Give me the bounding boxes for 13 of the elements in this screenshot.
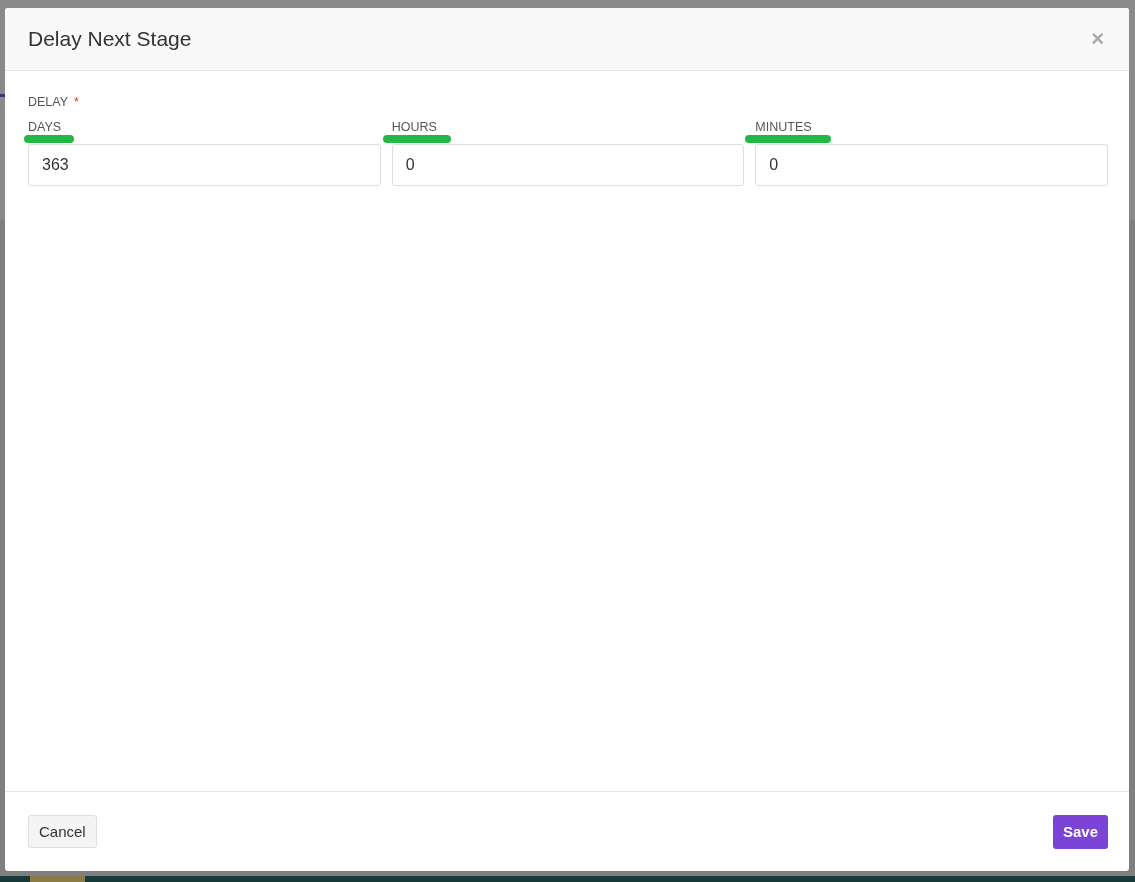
field-label: MINUTES [755, 120, 813, 134]
required-mark: * [74, 95, 79, 109]
field-label: DELAY [28, 95, 69, 109]
input-field[interactable]: 0 [391, 144, 745, 186]
dialog-title: Delay Next Stage [28, 27, 192, 51]
highlight-mark [382, 135, 451, 143]
field-label: DAYS [28, 120, 63, 134]
save-button[interactable]: Save [1052, 814, 1108, 849]
input-field[interactable]: 0 [755, 144, 1108, 186]
cancel-button[interactable]: Cancel [28, 815, 97, 848]
highlight-mark [24, 135, 74, 143]
input-field[interactable]: 363 [28, 144, 381, 186]
field-label: HOURS [391, 120, 438, 134]
